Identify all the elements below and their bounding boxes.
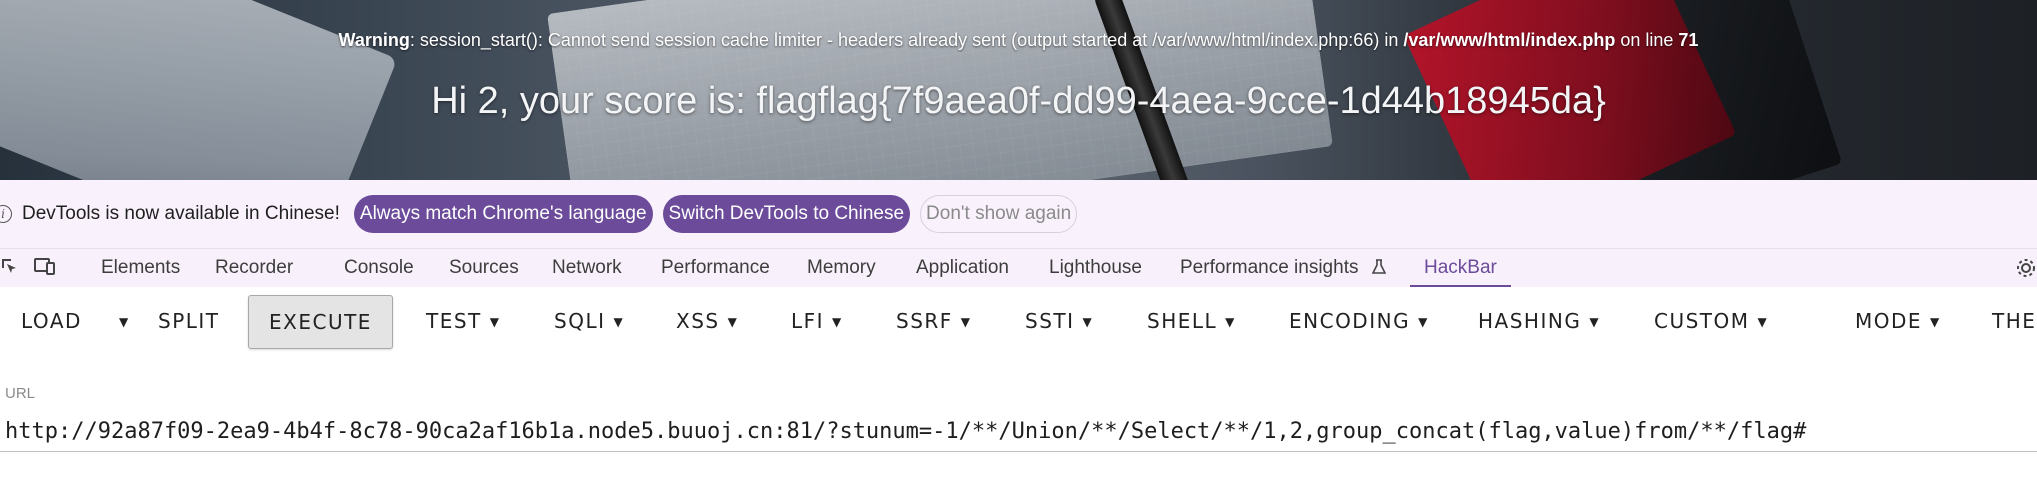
chevron-down-icon: ▼ [1418,315,1429,329]
shell-menu-button[interactable]: SHELL ▼ [1147,295,1236,347]
shell-menu-label: SHELL [1147,309,1218,333]
info-icon: i [0,205,12,223]
warning-path: /var/www/html/index.php [1403,30,1616,50]
load-button[interactable]: LOAD [21,295,82,347]
test-menu-button[interactable]: TEST ▼ [426,295,501,347]
chevron-down-icon: ▼ [1082,315,1094,329]
sqli-menu-label: SQLI [554,309,606,333]
device-toolbar-icon[interactable] [34,257,56,279]
devtools-language-infobar: i DevTools is now available in Chinese! … [0,180,2037,248]
lfi-menu-button[interactable]: LFI ▼ [791,295,843,347]
tab-console[interactable]: Console [344,249,414,287]
chevron-down-icon: ▼ [1589,315,1601,329]
test-menu-label: TEST [426,309,482,333]
hashing-menu-button[interactable]: HASHING ▼ [1478,295,1600,347]
chevron-down-icon: ▼ [1757,315,1769,329]
tab-performance-insights-label: Performance insights [1180,257,1359,278]
infobar-message: DevTools is now available in Chinese! [22,203,340,224]
php-warning-message: Warning: session_start(): Cannot send se… [0,30,2037,51]
page-viewport: Warning: session_start(): Cannot send se… [0,0,2037,180]
chevron-down-icon: ▼ [489,315,501,329]
warning-label: Warning [338,30,410,50]
always-match-language-button[interactable]: Always match Chrome's language [353,195,653,233]
tab-performance[interactable]: Performance [661,249,770,287]
chevron-down-icon: ▼ [832,315,843,329]
ssti-menu-label: SSTI [1025,309,1075,333]
hackbar-toolbar: LOAD ▼ SPLIT EXECUTE TEST ▼ SQLI ▼ XSS ▼ LF… [0,287,2037,357]
split-button[interactable]: SPLIT [158,295,220,347]
execute-button[interactable]: EXECUTE [248,295,393,349]
xss-menu-button[interactable]: XSS ▼ [676,295,738,347]
chevron-down-icon: ▼ [1225,315,1236,329]
encoding-menu-label: ENCODING [1289,309,1411,333]
tab-recorder[interactable]: Recorder [215,249,293,287]
tab-hackbar[interactable]: HackBar [1410,249,1511,287]
tab-elements[interactable]: Elements [101,249,180,287]
dont-show-again-button[interactable]: Don't show again [920,195,1078,233]
tab-lighthouse[interactable]: Lighthouse [1049,249,1142,287]
xss-menu-label: XSS [676,309,720,333]
lfi-menu-label: LFI [791,309,825,333]
warning-text: : session_start(): Cannot send session c… [409,30,1404,50]
chevron-down-icon: ▼ [613,315,625,329]
sqli-menu-button[interactable]: SQLI ▼ [554,295,624,347]
ssrf-menu-label: SSRF [896,309,953,333]
inspect-element-icon[interactable] [0,257,18,279]
ssrf-menu-button[interactable]: SSRF ▼ [896,295,972,347]
chevron-down-icon: ▼ [960,315,972,329]
ssti-menu-button[interactable]: SSTI ▼ [1025,295,1093,347]
tab-network[interactable]: Network [552,249,622,287]
score-heading: Hi 2, your score is: flagflag{7f9aea0f-d… [431,80,1606,122]
tab-sources[interactable]: Sources [449,249,519,287]
theme-menu-button[interactable]: THE [1992,295,2036,347]
tab-performance-insights[interactable]: Performance insights [1180,249,1387,287]
switch-to-chinese-button[interactable]: Switch DevTools to Chinese [662,195,911,233]
chevron-down-icon: ▼ [1930,315,1941,329]
url-field-label: URL [5,385,36,402]
url-input[interactable] [0,412,2037,452]
encoding-menu-button[interactable]: ENCODING ▼ [1289,295,1429,347]
devtools-tab-bar: Elements Recorder Console Sources Networ… [0,248,2037,288]
flask-icon [1366,257,1387,278]
chevron-down-icon: ▼ [727,315,739,329]
warning-line-number: 71 [1678,30,1699,50]
hashing-menu-label: HASHING [1478,309,1582,333]
settings-gear-icon[interactable] [2015,257,2037,283]
load-dropdown-icon[interactable]: ▼ [111,295,130,347]
tab-memory[interactable]: Memory [807,249,876,287]
mode-menu-button[interactable]: MODE ▼ [1855,295,1941,347]
mode-menu-label: MODE [1855,309,1923,333]
tab-application[interactable]: Application [916,249,1009,287]
custom-menu-label: CUSTOM [1654,309,1750,333]
warning-line-text: on line [1615,30,1679,50]
custom-menu-button[interactable]: CUSTOM ▼ [1654,295,1768,347]
